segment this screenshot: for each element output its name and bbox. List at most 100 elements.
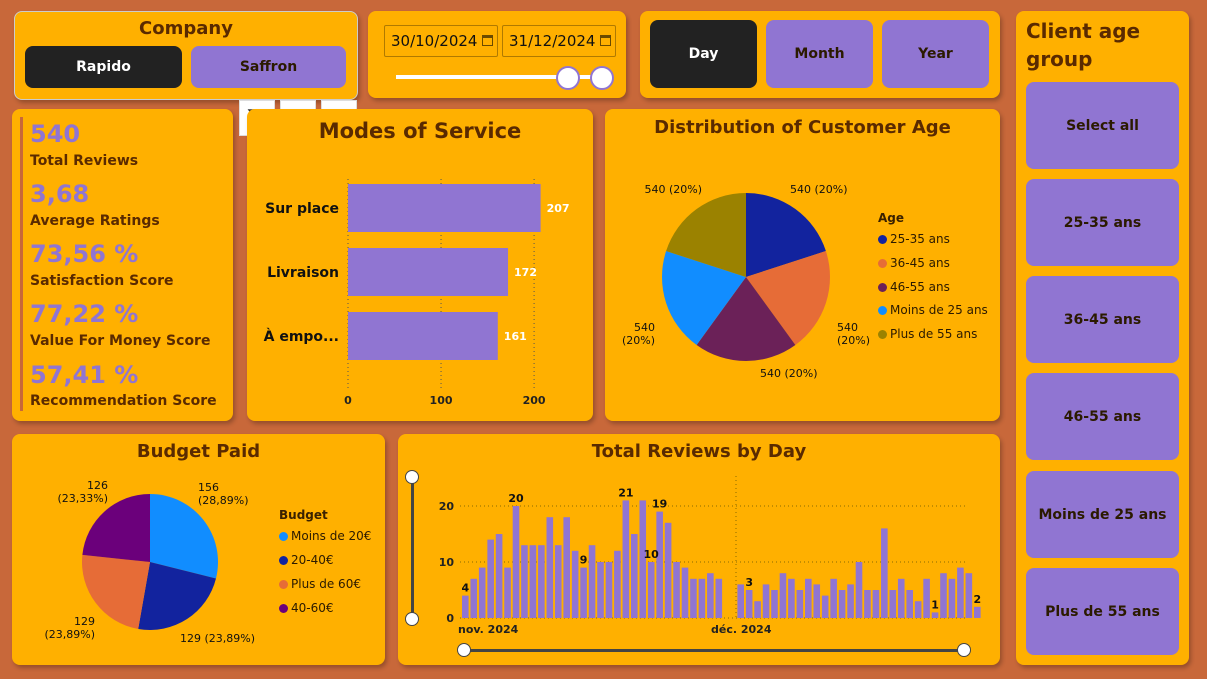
age-legend-item[interactable]: Moins de 25 ans <box>878 303 988 317</box>
legend-dot <box>279 531 288 541</box>
y-tick-label: 10 <box>439 556 455 569</box>
day-bar <box>906 590 913 618</box>
budget-legend-item[interactable]: 20-40€ <box>279 553 334 567</box>
day-bar <box>779 573 787 618</box>
value-for-money-value: 77,22 % <box>30 300 139 328</box>
day-bar <box>614 550 621 618</box>
budget-legend-item[interactable]: Plus de 60€ <box>279 577 361 591</box>
legend-dot <box>878 258 887 268</box>
legend-dot <box>279 603 288 613</box>
bar <box>348 184 541 232</box>
total-reviews-label: Total Reviews <box>30 153 139 169</box>
day-bar <box>881 528 888 618</box>
day-bar <box>656 511 663 618</box>
client-age-slicer: Client age group Select all 25-35 ans 36… <box>1016 11 1189 665</box>
day-bar <box>487 539 494 618</box>
y-zoom-slider-track[interactable] <box>411 477 414 619</box>
y-zoom-slider-bottom-handle[interactable] <box>405 612 419 626</box>
day-bar <box>805 578 812 618</box>
day-bar <box>588 545 596 618</box>
day-bar <box>864 590 871 618</box>
day-bar <box>957 567 964 618</box>
category-label: Sur place <box>265 201 339 217</box>
age-legend-item[interactable]: Plus de 55 ans <box>878 327 977 341</box>
y-tick-label: 20 <box>439 500 455 513</box>
company-saffron-button[interactable]: Saffron <box>191 46 346 88</box>
start-date-value: 30/10/2024 <box>391 32 478 50</box>
pie-data-label: 540 (20%) <box>644 183 702 196</box>
budget-legend-item[interactable]: Moins de 20€ <box>279 529 371 543</box>
age-select-all-button[interactable]: Select all <box>1026 82 1179 169</box>
day-bar <box>788 578 795 618</box>
budget-legend-label: Moins de 20€ <box>291 529 372 543</box>
pie-data-label: 540 <box>837 321 858 334</box>
day-bar <box>605 562 613 618</box>
budget-legend-item[interactable]: 40-60€ <box>279 601 334 615</box>
budget-pie-chart: 156(28,89%) 129 (23,89%) 129(23,89%) 126(23… <box>44 479 255 645</box>
day-bar <box>715 578 723 618</box>
day-bar <box>847 584 854 618</box>
start-date-field[interactable]: 30/10/2024 <box>384 25 498 57</box>
day-bar <box>974 606 981 618</box>
day-bar <box>754 601 761 618</box>
day-bar <box>597 562 604 618</box>
age-46-55-button[interactable]: 46-55 ans <box>1026 373 1179 460</box>
satisfaction-score-label: Satisfaction Score <box>30 273 174 289</box>
year-button[interactable]: Year <box>882 20 989 88</box>
company-rapido-button[interactable]: Rapido <box>25 46 182 88</box>
month-button[interactable]: Month <box>766 20 873 88</box>
date-slider-start-handle[interactable] <box>556 66 580 90</box>
day-bar <box>698 578 706 618</box>
bar-value-label: 9 <box>580 554 588 567</box>
legend-dot <box>878 282 887 292</box>
budget-paid-card: Budget Paid 156 (28,89%) 129 (23,89%) 129 (2… <box>12 434 385 665</box>
bar-value-label: 207 <box>547 202 570 215</box>
day-bar <box>521 545 528 618</box>
day-bar <box>830 578 837 618</box>
pie-data-label: 540 (20%) <box>790 183 848 196</box>
value-for-money-label: Value For Money Score <box>30 333 211 349</box>
end-date-field[interactable]: 31/12/2024 <box>502 25 616 57</box>
day-bar <box>889 590 897 618</box>
x-zoom-slider-left-handle[interactable] <box>457 643 471 657</box>
age-under-25-button[interactable]: Moins de 25 ans <box>1026 471 1179 558</box>
bar <box>348 248 509 296</box>
y-zoom-slider-top-handle[interactable] <box>405 470 419 484</box>
calendar-icon <box>482 35 493 46</box>
legend-dot <box>878 329 887 339</box>
bar-value-label: 2 <box>973 593 981 606</box>
age-legend-item[interactable]: 36-45 ans <box>878 256 950 270</box>
day-bar <box>554 545 562 618</box>
pie-data-label: 129 (23,89%) <box>180 632 255 645</box>
x-zoom-slider-track[interactable] <box>464 649 964 652</box>
legend-dot <box>878 234 887 244</box>
x-axis-label: déc. 2024 <box>711 623 772 636</box>
pie-data-label: (23,89%) <box>44 628 95 641</box>
day-bar <box>690 578 697 618</box>
day-bar <box>647 562 655 618</box>
calendar-icon <box>600 35 611 46</box>
x-zoom-slider-right-handle[interactable] <box>957 643 971 657</box>
age-legend-item[interactable]: 25-35 ans <box>878 232 950 246</box>
day-bar <box>855 562 863 618</box>
budget-legend-label: Plus de 60€ <box>291 577 361 591</box>
pie-data-label: 126 <box>87 479 108 492</box>
age-over-55-button[interactable]: Plus de 55 ans <box>1026 568 1179 655</box>
age-25-35-button[interactable]: 25-35 ans <box>1026 179 1179 266</box>
age-legend-item[interactable]: 46-55 ans <box>878 280 950 294</box>
day-button[interactable]: Day <box>650 20 757 88</box>
age-legend-label: 46-55 ans <box>890 280 950 294</box>
modes-of-service-card: Modes of Service 0 100 200 207 Sur place 172 L… <box>247 109 593 421</box>
bar-value-label: 19 <box>652 498 667 511</box>
legend-dot <box>279 579 288 589</box>
pie-data-label: (20%) <box>622 334 655 347</box>
day-bar <box>813 584 821 618</box>
day-bar <box>737 584 744 618</box>
age-36-45-button[interactable]: 36-45 ans <box>1026 276 1179 363</box>
day-bar <box>897 578 905 618</box>
age-legend-label: 36-45 ans <box>890 256 950 270</box>
average-ratings-value: 3,68 <box>30 180 90 208</box>
x-tick-label: 200 <box>523 394 546 407</box>
day-bar <box>512 506 520 618</box>
date-slider-end-handle[interactable] <box>590 66 614 90</box>
